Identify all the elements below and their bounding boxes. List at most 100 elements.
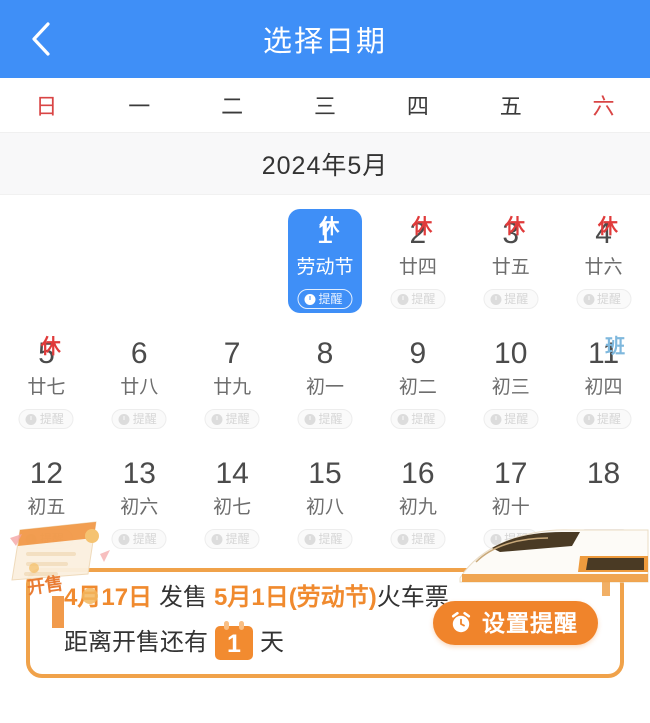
- promo-sale-date: 4月17日: [64, 584, 153, 611]
- calendar-day-10[interactable]: 10 初三提醒: [464, 315, 557, 435]
- holiday-badge: 休: [412, 216, 433, 238]
- ticket-sale-promo-banner: 4月17日 发售 5月1日(劳动节) 火车票, 距离开售还有 1 天 设置提醒: [26, 568, 624, 678]
- day-cell-body: 16 初九 提醒: [381, 449, 455, 553]
- day-reminder-pill[interactable]: 提醒: [18, 409, 74, 429]
- day-number: 6: [130, 337, 148, 370]
- calendar-day-14[interactable]: 14 初七 提醒: [186, 435, 279, 555]
- lunar-or-festival-label: 初二: [398, 377, 437, 398]
- day-cell-body: 11 班初四 提醒: [567, 329, 641, 433]
- day-number: 14: [215, 457, 249, 490]
- alarm-clock-icon: [397, 413, 409, 425]
- day-cell-body: 9 初二提醒: [381, 329, 455, 433]
- day-reminder-label: 提醒: [318, 532, 343, 546]
- calendar-day-11[interactable]: 11 班初四 提醒: [557, 315, 650, 435]
- calendar-day-7[interactable]: 7 廿九提醒: [186, 315, 279, 435]
- day-reminder-pill[interactable]: 提醒: [111, 529, 167, 549]
- calendar-day-4[interactable]: 4 休廿六 提醒: [557, 195, 650, 315]
- calendar-day-8[interactable]: 8 初一提醒: [279, 315, 372, 435]
- day-number: 7: [223, 337, 241, 370]
- alarm-clock-icon: [490, 413, 502, 425]
- back-button[interactable]: [18, 16, 64, 62]
- day-number-wrap: 7: [224, 339, 241, 369]
- day-reminder-label: 提醒: [597, 532, 622, 546]
- day-reminder-label: 提醒: [39, 532, 64, 546]
- alarm-clock-icon: [118, 533, 130, 545]
- lunar-or-festival-label: 廿七: [27, 377, 66, 398]
- day-reminder-pill[interactable]: 提醒: [576, 409, 632, 429]
- day-number-wrap: 4休: [595, 217, 618, 249]
- day-reminder-pill[interactable]: 提醒: [483, 289, 539, 309]
- chevron-left-icon: [32, 22, 50, 56]
- weekday-thu: 四: [406, 94, 429, 119]
- promo-countdown-suffix: 天: [260, 629, 284, 656]
- day-number: 17: [494, 457, 528, 490]
- alarm-clock-icon: [304, 293, 316, 305]
- promo-countdown-prefix: 距离开售还有: [64, 629, 208, 656]
- alarm-clock-icon: [397, 533, 409, 545]
- day-number-wrap: 6: [131, 339, 148, 369]
- day-reminder-label: 提醒: [225, 532, 250, 546]
- month-title: 2024年5月: [261, 151, 389, 180]
- day-reminder-pill[interactable]: 提醒: [390, 529, 446, 549]
- date-picker-screen: 选择日期 日 一 二 三 四 五 六 2024年5月 1 休劳动节 提醒 2 休廿四 提醒…: [0, 0, 650, 723]
- day-reminder-pill[interactable]: 提醒: [297, 529, 353, 549]
- day-reminder-label: 提醒: [411, 532, 436, 546]
- day-reminder-pill[interactable]: 提醒: [390, 289, 446, 309]
- promo-text-block: 4月17日 发售 5月1日(劳动节) 火车票, 距离开售还有 1 天: [64, 586, 464, 660]
- day-cell-body: 17 初十 提醒: [474, 449, 548, 553]
- day-number-wrap: 17: [494, 459, 527, 489]
- calendar-day-15[interactable]: 15 初八 提醒: [279, 435, 372, 555]
- weekday-wed: 三: [313, 94, 336, 119]
- day-reminder-pill[interactable]: 提醒: [18, 529, 74, 549]
- day-cell-body: 15 初八 提醒: [288, 449, 362, 553]
- calendar-day-9[interactable]: 9 初二提醒: [371, 315, 464, 435]
- calendar-day-12[interactable]: 12 初五 提醒: [0, 435, 93, 555]
- alarm-clock-icon: [583, 293, 595, 305]
- day-number: 8: [316, 337, 334, 370]
- alarm-clock-icon: [304, 413, 316, 425]
- calendar-week-row: 1 休劳动节 提醒 2 休廿四 提醒 3 休廿五 提醒 4 休廿六 提醒: [0, 195, 650, 315]
- lunar-or-festival-label: 廿九: [213, 377, 252, 398]
- calendar-day-6[interactable]: 6 廿八提醒: [93, 315, 186, 435]
- day-reminder-pill[interactable]: 提醒: [483, 409, 539, 429]
- weekday-tue: 二: [221, 94, 244, 119]
- day-reminder-pill[interactable]: 提醒: [390, 409, 446, 429]
- day-cell-body: 2 休廿四 提醒: [381, 209, 455, 313]
- calendar-day-16[interactable]: 16 初九 提醒: [371, 435, 464, 555]
- lunar-or-festival-label: 初三: [491, 377, 530, 398]
- calendar-day-18[interactable]: 18 提醒: [557, 435, 650, 555]
- promo-verb: 发售: [159, 584, 208, 611]
- calendar-day-5[interactable]: 5 休廿七提醒: [0, 315, 93, 435]
- day-cell-body: 12 初五 提醒: [9, 449, 83, 553]
- lunar-or-festival-label: 廿八: [120, 377, 159, 398]
- day-number-wrap: 5休: [38, 337, 61, 369]
- day-cell-body: 8 初一提醒: [288, 329, 362, 433]
- day-cell-body: 6 廿八提醒: [102, 329, 176, 433]
- day-reminder-pill[interactable]: 提醒: [297, 289, 353, 309]
- day-number: 10: [494, 337, 528, 370]
- alarm-clock-icon: [211, 533, 223, 545]
- calendar-day-17[interactable]: 17 初十 提醒: [464, 435, 557, 555]
- calendar-day-2[interactable]: 2 休廿四 提醒: [371, 195, 464, 315]
- lunar-or-festival-label: 初一: [305, 377, 344, 398]
- month-label-band: 2024年5月: [0, 133, 650, 195]
- day-reminder-pill[interactable]: 提醒: [297, 409, 353, 429]
- day-reminder-pill[interactable]: 提醒: [576, 529, 632, 549]
- calendar-week-row: 12 初五 提醒 13 初六 提醒 14 初七 提醒 15 初八 提醒 16 初九 提醒 17 初十 提醒 18 提醒: [0, 435, 650, 555]
- calendar-day-13[interactable]: 13 初六 提醒: [93, 435, 186, 555]
- day-number-wrap: 16: [401, 459, 434, 489]
- set-reminder-button[interactable]: 设置提醒: [433, 601, 598, 645]
- calendar-day-3[interactable]: 3 休廿五 提醒: [464, 195, 557, 315]
- calendar-day-1[interactable]: 1 休劳动节 提醒: [279, 195, 372, 315]
- day-number: 9: [409, 337, 427, 370]
- day-reminder-pill[interactable]: 提醒: [204, 529, 260, 549]
- day-reminder-pill[interactable]: 提醒: [483, 529, 539, 549]
- alarm-clock-icon: [451, 611, 471, 633]
- day-reminder-pill[interactable]: 提醒: [204, 409, 260, 429]
- day-reminder-pill[interactable]: 提醒: [111, 409, 167, 429]
- day-reminder-pill[interactable]: 提醒: [576, 289, 632, 309]
- holiday-badge: 休: [319, 216, 340, 238]
- day-reminder-label: 提醒: [597, 412, 622, 426]
- calendar-cell-empty: [93, 195, 186, 315]
- weekday-fri: 五: [499, 94, 522, 119]
